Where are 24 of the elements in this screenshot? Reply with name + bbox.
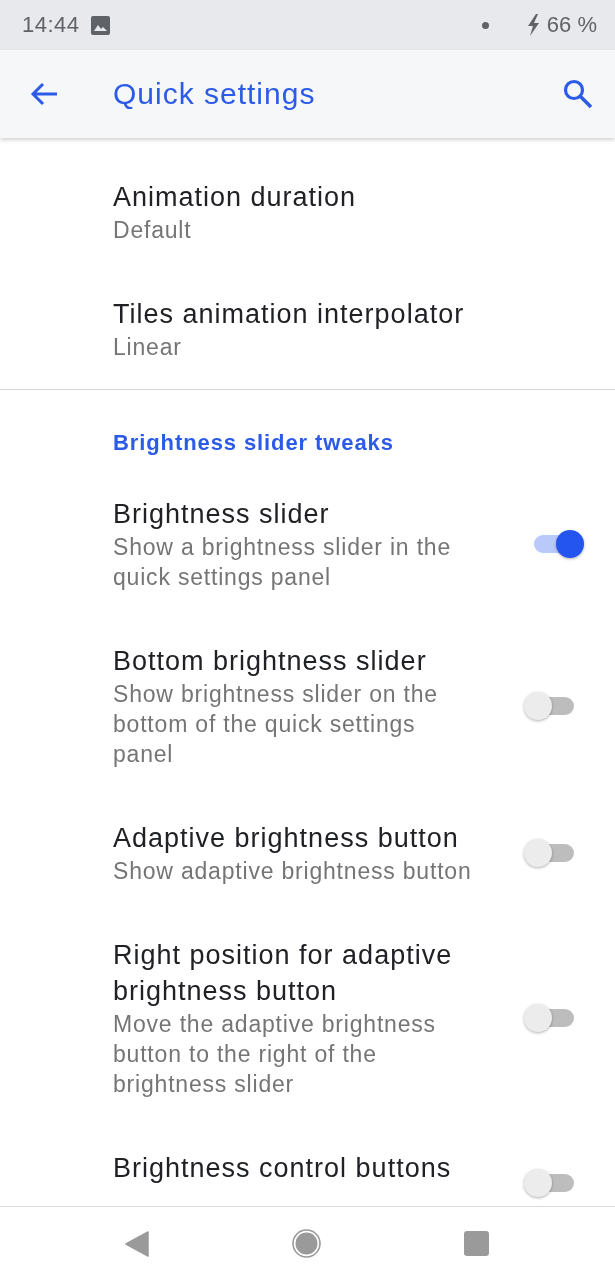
setting-title[interactable]: Brightness control buttons (113, 1150, 452, 1186)
battery-percent: 66 % (546, 12, 597, 38)
screen-title: Quick settings (113, 77, 316, 111)
setting-summary: Linear (113, 333, 182, 362)
charging-bolt-icon (526, 14, 540, 36)
setting-title[interactable]: Adaptive brightness button (113, 820, 459, 856)
category-header: Brightness slider tweaks (113, 429, 394, 457)
setting-title[interactable]: Tiles animation interpolator (113, 296, 465, 332)
notification-dot-icon (481, 21, 489, 29)
setting-title[interactable]: Bottom brightness slider (113, 643, 427, 679)
image-icon (90, 15, 110, 35)
home-icon[interactable] (292, 1229, 321, 1258)
status-time: 14:44 (22, 12, 80, 38)
setting-summary: Move the adaptive brightness button to the right of the brightness slider (113, 1010, 437, 1099)
setting-summary: Default (113, 216, 192, 245)
setting-title[interactable]: Brightness slider (113, 496, 330, 532)
setting-title[interactable]: Animation duration (113, 179, 357, 215)
back-icon[interactable] (125, 1230, 149, 1257)
setting-summary: Show brightness slider on the bottom of the quick settings panel (113, 680, 439, 769)
search-icon[interactable] (563, 79, 593, 109)
setting-summary: Show adaptive brightness button (113, 857, 472, 886)
back-arrow-icon[interactable] (30, 82, 58, 106)
setting-summary: Show a brightness slider in the quick settings panel (113, 533, 453, 592)
setting-title[interactable]: Right position for adaptive brightness button (113, 937, 482, 1009)
